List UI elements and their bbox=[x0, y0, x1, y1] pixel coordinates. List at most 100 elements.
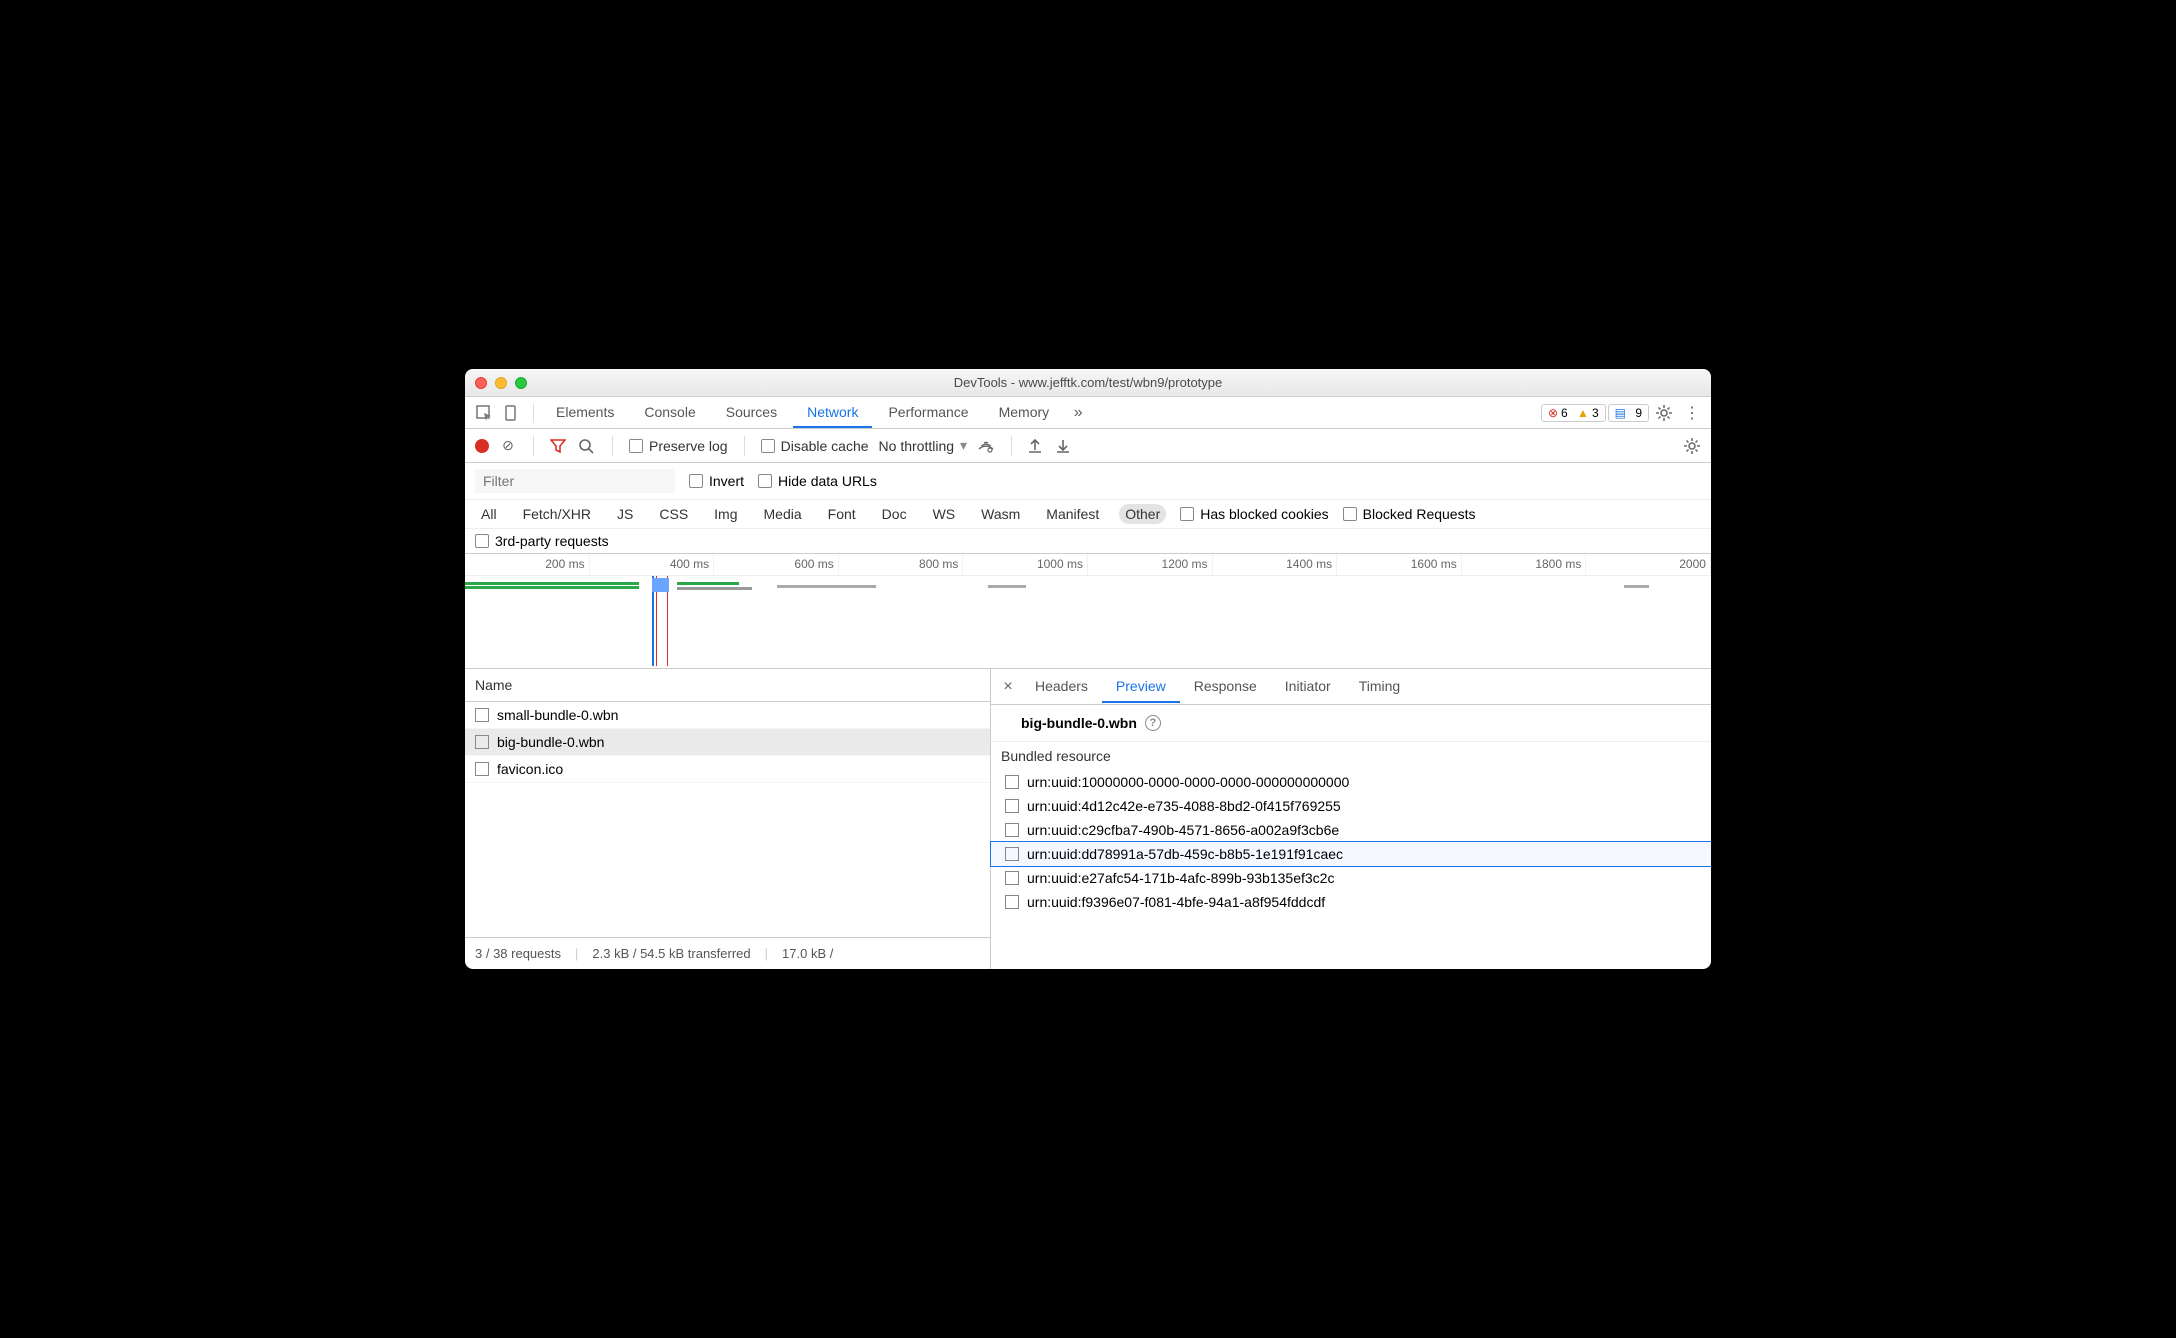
file-icon bbox=[475, 735, 489, 749]
bundled-resource-row[interactable]: urn:uuid:c29cfba7-490b-4571-8656-a002a9f… bbox=[991, 818, 1711, 842]
timeline-tick: 2000 bbox=[1586, 554, 1711, 575]
invert-checkbox[interactable]: Invert bbox=[689, 473, 744, 489]
preview-title: big-bundle-0.wbn bbox=[1021, 715, 1137, 731]
filter-icon[interactable] bbox=[550, 438, 568, 454]
detail-tabbar: × HeadersPreviewResponseInitiatorTiming bbox=[991, 669, 1711, 705]
request-row[interactable]: small-bundle-0.wbn bbox=[465, 702, 990, 729]
kebab-icon[interactable]: ⋮ bbox=[1679, 400, 1705, 426]
bundled-resource-url: urn:uuid:e27afc54-171b-4afc-899b-93b135e… bbox=[1027, 870, 1334, 886]
tab-elements[interactable]: Elements bbox=[542, 398, 628, 428]
timeline-overview[interactable]: 200 ms400 ms600 ms800 ms1000 ms1200 ms14… bbox=[465, 554, 1711, 669]
file-icon bbox=[1005, 895, 1019, 909]
type-filter-media[interactable]: Media bbox=[758, 504, 808, 524]
timeline-tick: 800 ms bbox=[839, 554, 964, 575]
type-filter-manifest[interactable]: Manifest bbox=[1040, 504, 1105, 524]
window-title: DevTools - www.jefftk.com/test/wbn9/prot… bbox=[465, 375, 1711, 390]
tab-network[interactable]: Network bbox=[793, 398, 872, 428]
timeline-tick: 1800 ms bbox=[1462, 554, 1587, 575]
timeline-tick: 600 ms bbox=[714, 554, 839, 575]
request-list: small-bundle-0.wbn big-bundle-0.wbn favico… bbox=[465, 702, 990, 937]
filter-row: Invert Hide data URLs bbox=[465, 463, 1711, 500]
detail-tab-initiator[interactable]: Initiator bbox=[1271, 671, 1345, 703]
tab-memory[interactable]: Memory bbox=[985, 398, 1064, 428]
detail-tab-headers[interactable]: Headers bbox=[1021, 671, 1102, 703]
blocked-cookies-checkbox[interactable]: Has blocked cookies bbox=[1180, 506, 1328, 522]
name-header: Name bbox=[465, 669, 990, 702]
type-filter-js[interactable]: JS bbox=[611, 504, 639, 524]
type-filter-font[interactable]: Font bbox=[822, 504, 862, 524]
bundled-resource-row[interactable]: urn:uuid:e27afc54-171b-4afc-899b-93b135e… bbox=[991, 866, 1711, 890]
file-icon bbox=[1005, 871, 1019, 885]
file-icon bbox=[475, 762, 489, 776]
bundled-resource-url: urn:uuid:c29cfba7-490b-4571-8656-a002a9f… bbox=[1027, 822, 1339, 838]
request-row[interactable]: big-bundle-0.wbn bbox=[465, 729, 990, 756]
tab-sources[interactable]: Sources bbox=[712, 398, 791, 428]
bundled-resource-row[interactable]: urn:uuid:f9396e07-f081-4bfe-94a1-a8f954f… bbox=[991, 890, 1711, 914]
timeline-tick: 1400 ms bbox=[1213, 554, 1338, 575]
bundled-resource-row[interactable]: urn:uuid:10000000-0000-0000-0000-0000000… bbox=[991, 770, 1711, 794]
request-name: small-bundle-0.wbn bbox=[497, 707, 618, 723]
file-icon bbox=[1005, 847, 1019, 861]
network-settings-icon[interactable] bbox=[1683, 437, 1701, 455]
bundled-resource-list: urn:uuid:10000000-0000-0000-0000-0000000… bbox=[991, 770, 1711, 914]
disable-cache-checkbox[interactable]: Disable cache bbox=[761, 438, 869, 454]
request-row[interactable]: favicon.ico bbox=[465, 756, 990, 783]
timeline-tick: 1000 ms bbox=[963, 554, 1088, 575]
more-tabs-icon[interactable]: » bbox=[1065, 400, 1091, 426]
type-filter-img[interactable]: Img bbox=[708, 504, 743, 524]
detail-pane: × HeadersPreviewResponseInitiatorTiming … bbox=[991, 669, 1711, 969]
error-badge[interactable]: ⊗6 ▲3 bbox=[1541, 404, 1606, 422]
bundled-resource-url: urn:uuid:dd78991a-57db-459c-b8b5-1e191f9… bbox=[1027, 846, 1343, 862]
third-party-row: 3rd-party requests bbox=[465, 529, 1711, 554]
bundled-resource-row[interactable]: urn:uuid:dd78991a-57db-459c-b8b5-1e191f9… bbox=[991, 842, 1711, 866]
timeline-tick: 1600 ms bbox=[1337, 554, 1462, 575]
tab-performance[interactable]: Performance bbox=[874, 398, 982, 428]
request-list-pane: Name small-bundle-0.wbn big-bundle-0.wbn f… bbox=[465, 669, 991, 969]
device-mode-icon[interactable] bbox=[499, 400, 525, 426]
type-filter-ws[interactable]: WS bbox=[927, 504, 962, 524]
detail-tab-preview[interactable]: Preview bbox=[1102, 671, 1180, 703]
bundled-resource-url: urn:uuid:4d12c42e-e735-4088-8bd2-0f415f7… bbox=[1027, 798, 1341, 814]
inspect-icon[interactable] bbox=[471, 400, 497, 426]
type-filter-all[interactable]: All bbox=[475, 504, 503, 524]
clear-icon[interactable]: ⊘ bbox=[499, 437, 517, 454]
file-icon bbox=[1005, 775, 1019, 789]
detail-tab-response[interactable]: Response bbox=[1180, 671, 1271, 703]
settings-icon[interactable] bbox=[1651, 400, 1677, 426]
type-filter-fetchxhr[interactable]: Fetch/XHR bbox=[517, 504, 597, 524]
close-details-icon[interactable]: × bbox=[995, 678, 1021, 696]
timeline-tick: 400 ms bbox=[590, 554, 715, 575]
search-icon[interactable] bbox=[578, 438, 596, 454]
tab-console[interactable]: Console bbox=[630, 398, 709, 428]
request-name: big-bundle-0.wbn bbox=[497, 734, 604, 750]
request-name: favicon.ico bbox=[497, 761, 563, 777]
record-button[interactable] bbox=[475, 439, 489, 453]
bundled-resource-row[interactable]: urn:uuid:4d12c42e-e735-4088-8bd2-0f415f7… bbox=[991, 794, 1711, 818]
help-icon[interactable]: ? bbox=[1145, 715, 1161, 731]
type-filter-css[interactable]: CSS bbox=[653, 504, 694, 524]
third-party-checkbox[interactable]: 3rd-party requests bbox=[475, 533, 609, 549]
network-conditions-icon[interactable] bbox=[977, 438, 995, 454]
bundled-resource-url: urn:uuid:f9396e07-f081-4bfe-94a1-a8f954f… bbox=[1027, 894, 1325, 910]
network-split: Name small-bundle-0.wbn big-bundle-0.wbn f… bbox=[465, 669, 1711, 969]
type-filter-wasm[interactable]: Wasm bbox=[975, 504, 1026, 524]
preview-title-row: big-bundle-0.wbn ? bbox=[991, 705, 1711, 742]
hide-data-urls-checkbox[interactable]: Hide data URLs bbox=[758, 473, 877, 489]
type-filter-other[interactable]: Other bbox=[1119, 504, 1166, 524]
preserve-log-checkbox[interactable]: Preserve log bbox=[629, 438, 728, 454]
blocked-requests-checkbox[interactable]: Blocked Requests bbox=[1343, 506, 1476, 522]
type-filter-doc[interactable]: Doc bbox=[876, 504, 913, 524]
panel-tabbar: ElementsConsoleSourcesNetworkPerformance… bbox=[465, 397, 1711, 429]
upload-har-icon[interactable] bbox=[1028, 438, 1046, 454]
devtools-window: DevTools - www.jefftk.com/test/wbn9/prot… bbox=[465, 369, 1711, 969]
status-bar: 3 / 38 requests| 2.3 kB / 54.5 kB transf… bbox=[465, 937, 990, 969]
file-icon bbox=[1005, 799, 1019, 813]
msg-badge[interactable]: ▤ 9 bbox=[1608, 404, 1649, 422]
type-filter-row: All Fetch/XHR JS CSS Img Media Font Doc WS Wasm Ma… bbox=[465, 500, 1711, 529]
filter-input[interactable] bbox=[475, 469, 675, 493]
download-har-icon[interactable] bbox=[1056, 438, 1074, 454]
file-icon bbox=[475, 708, 489, 722]
timeline-tick: 200 ms bbox=[465, 554, 590, 575]
throttling-select[interactable]: No throttling▾ bbox=[879, 437, 968, 454]
detail-tab-timing[interactable]: Timing bbox=[1345, 671, 1415, 703]
